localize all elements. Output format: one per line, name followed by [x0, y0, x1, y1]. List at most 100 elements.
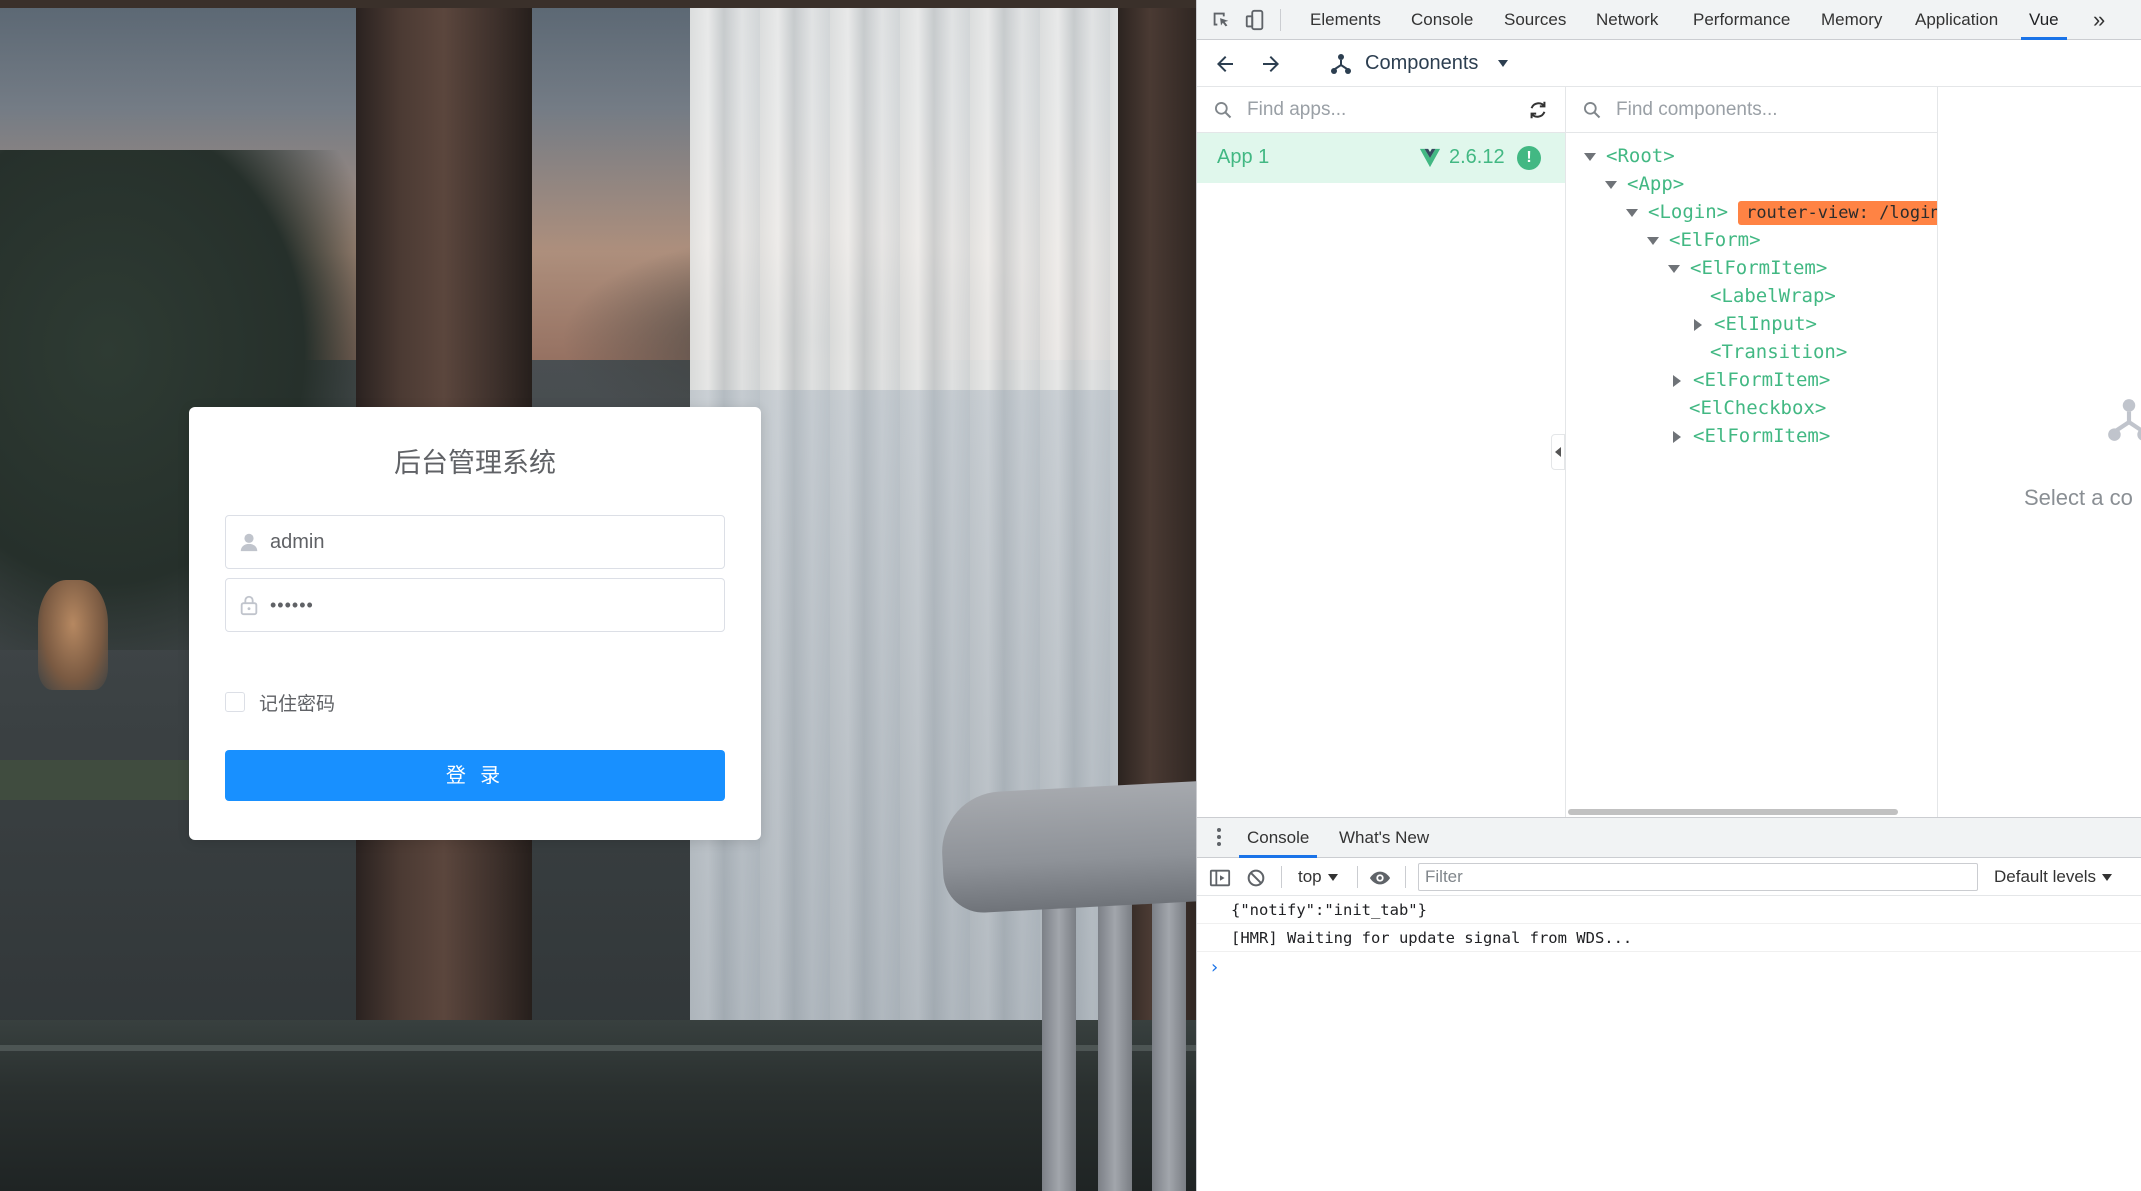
horizontal-scrollbar[interactable]: [1568, 809, 1898, 815]
tab-elements[interactable]: Elements: [1310, 0, 1381, 40]
console-toolbar: top Default levels: [1197, 858, 2141, 896]
background-sill-edge: [0, 1045, 1196, 1051]
expand-arrow-icon[interactable]: [1668, 264, 1680, 273]
apps-search: [1197, 87, 1565, 133]
tree-node-label: <ElFormItem>: [1693, 369, 1831, 391]
background-chair-slat: [1042, 890, 1076, 1191]
user-icon: [240, 533, 258, 552]
more-tabs-button[interactable]: »: [2093, 0, 2105, 40]
select-component-hint: Select a co: [2024, 485, 2133, 510]
collapse-arrow-icon[interactable]: [1673, 374, 1681, 387]
log-levels-dropdown[interactable]: Default levels: [1994, 867, 2113, 887]
drawer-tab-console[interactable]: Console: [1239, 818, 1318, 858]
tree-node-label: <Login>: [1648, 201, 1729, 223]
tab-sources[interactable]: Sources: [1504, 0, 1566, 40]
tree-node-elcheckbox[interactable]: <ElCheckbox>: [1689, 394, 1826, 422]
vue-version: 2.6.12: [1449, 146, 1505, 168]
background-chair-slat: [1152, 890, 1186, 1191]
console-drawer: Console What's New top Filter Default le…: [1197, 817, 2141, 1191]
remember-password[interactable]: 记住密码: [225, 689, 335, 715]
tree-node-transition[interactable]: <Transition>: [1710, 338, 1847, 366]
tree-node-app[interactable]: <App>: [1605, 170, 1684, 198]
warning-badge-icon[interactable]: !: [1517, 146, 1541, 170]
console-message: [HMR] Waiting for update signal from WDS…: [1197, 924, 2141, 952]
remember-label[interactable]: 记住密码: [259, 689, 335, 716]
background-chair-back: [939, 777, 1196, 915]
apps-search-input[interactable]: [1247, 97, 1487, 123]
tree-node-label: <ElForm>: [1669, 229, 1761, 251]
components-dropdown[interactable]: Components: [1365, 52, 1508, 75]
toolbar-divider: [1281, 866, 1282, 888]
app-name: App 1: [1217, 146, 1270, 168]
log-levels-label: Default levels: [1994, 867, 2097, 886]
password-field[interactable]: ••••••: [225, 578, 725, 632]
app-viewport: 后台管理系统 admin •••••• 记住密码 登 录: [0, 0, 1196, 1191]
drawer-tab-whats-new[interactable]: What's New: [1339, 818, 1429, 858]
background-table: [0, 760, 220, 800]
eye-icon[interactable]: [1369, 867, 1391, 889]
screen: 后台管理系统 admin •••••• 记住密码 登 录 Elements Co…: [0, 0, 2141, 1191]
search-icon: [1215, 102, 1232, 119]
toolbar-divider: [1357, 866, 1358, 888]
device-toolbar-icon[interactable]: [1244, 9, 1266, 31]
login-title: 后台管理系统: [394, 448, 556, 479]
tree-node-root[interactable]: <Root>: [1584, 142, 1675, 170]
forward-arrow-icon[interactable]: [1259, 52, 1283, 76]
toolbar-divider: [1280, 9, 1281, 31]
drawer-menu-icon[interactable]: [1217, 828, 1221, 848]
tree-node-label: <LabelWrap>: [1710, 285, 1836, 307]
context-selector[interactable]: top: [1298, 867, 1338, 887]
components-icon: [1331, 54, 1351, 74]
refresh-icon[interactable]: [1527, 99, 1549, 121]
search-icon: [1584, 102, 1601, 119]
clear-console-icon[interactable]: [1245, 867, 1267, 889]
vue-logo-icon: [1419, 148, 1441, 168]
tree-node-login[interactable]: <Login> router-view: /login: [1626, 198, 1937, 226]
tab-network[interactable]: Network: [1596, 0, 1658, 40]
app-item[interactable]: App 1 2.6.12 !: [1197, 133, 1565, 183]
remember-checkbox[interactable]: [225, 692, 245, 712]
username-value: admin: [270, 531, 325, 553]
console-prompt[interactable]: ›: [1209, 957, 1220, 978]
vue-toolbar: Components: [1197, 41, 2141, 87]
devtools-panel: Elements Console Sources Network Perform…: [1196, 0, 2141, 1191]
tree-node-elinput[interactable]: <ElInput>: [1692, 310, 1817, 338]
devtools-tabbar: Elements Console Sources Network Perform…: [1197, 0, 2141, 40]
tree-node-elformitem[interactable]: <ElFormItem>: [1668, 254, 1827, 282]
password-value: ••••••: [270, 595, 314, 615]
tab-vue[interactable]: Vue: [2021, 0, 2067, 40]
components-search-input[interactable]: [1616, 97, 1916, 123]
sidebar-toggle-icon[interactable]: [1209, 867, 1231, 889]
console-message: {"notify":"init_tab"}: [1197, 896, 2141, 924]
tree-node-elformitem[interactable]: <ElFormItem>: [1671, 422, 1830, 450]
console-filter-input[interactable]: [1418, 863, 1978, 891]
inspect-element-icon[interactable]: [1210, 9, 1232, 31]
tab-memory[interactable]: Memory: [1821, 0, 1882, 40]
component-detail-pane: Select a co: [1938, 87, 2141, 817]
expand-arrow-icon[interactable]: [1647, 236, 1659, 245]
tree-node-labelwrap[interactable]: <LabelWrap>: [1710, 282, 1836, 310]
background-lamp: [38, 580, 108, 690]
tab-console[interactable]: Console: [1411, 0, 1473, 40]
drawer-tabbar: Console What's New: [1197, 818, 2141, 858]
expand-arrow-icon[interactable]: [1605, 180, 1617, 189]
background-chair-slat: [1098, 890, 1132, 1191]
lock-icon: [240, 595, 258, 616]
login-button[interactable]: 登 录: [225, 750, 725, 801]
pane-collapse-handle[interactable]: [1551, 434, 1565, 470]
collapse-arrow-icon[interactable]: [1694, 318, 1702, 331]
tab-application[interactable]: Application: [1915, 0, 1998, 40]
tree-node-elformitem[interactable]: <ElFormItem>: [1671, 366, 1830, 394]
expand-arrow-icon[interactable]: [1626, 208, 1638, 217]
tree-node-label: <App>: [1627, 173, 1685, 195]
tree-node-elform[interactable]: <ElForm>: [1647, 226, 1761, 254]
username-field[interactable]: admin: [225, 515, 725, 569]
components-icon: [2108, 399, 2141, 441]
tree-node-label: <ElCheckbox>: [1689, 397, 1827, 419]
back-arrow-icon[interactable]: [1213, 52, 1237, 76]
expand-arrow-icon[interactable]: [1584, 152, 1596, 161]
chevron-down-icon: [1497, 60, 1508, 68]
collapse-arrow-icon[interactable]: [1673, 430, 1681, 443]
tab-performance[interactable]: Performance: [1693, 0, 1790, 40]
chevron-down-icon: [1327, 874, 1338, 882]
